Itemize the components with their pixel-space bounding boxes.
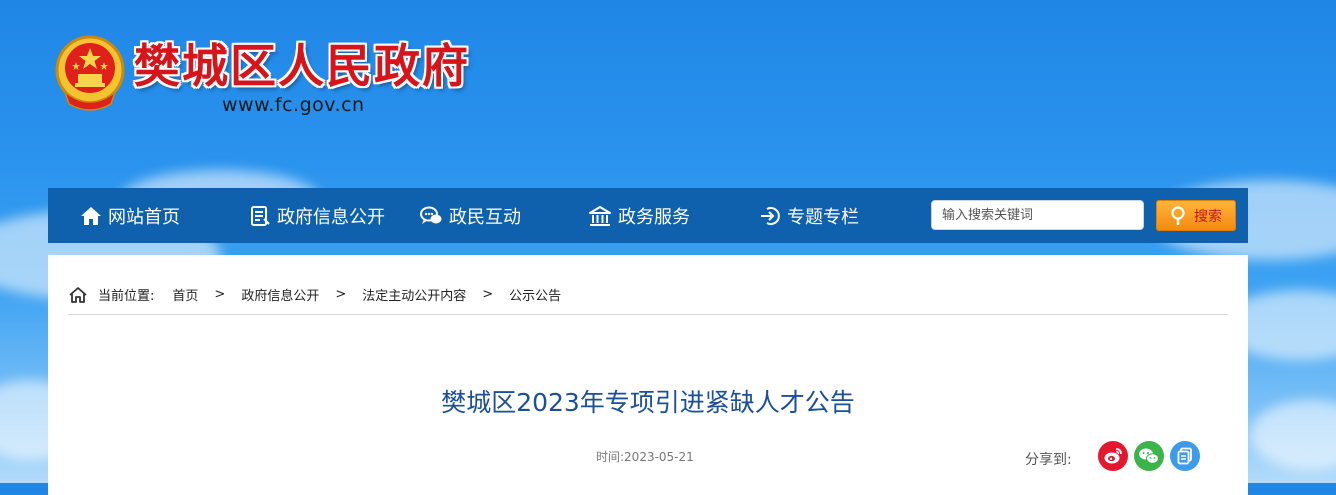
breadcrumb-item-gov-info[interactable]: 政府信息公开 [241, 285, 319, 304]
search-button-label: 搜索 [1194, 208, 1222, 225]
chat-icon [420, 206, 442, 224]
wechat-icon [1139, 448, 1159, 464]
weibo-icon [1104, 448, 1122, 464]
home-icon [81, 206, 101, 225]
breadcrumb-separator: > [335, 287, 347, 302]
nav-item-label: 政民互动 [449, 206, 521, 228]
home-outline-icon [69, 286, 87, 303]
nav-item-home[interactable]: 网站首页 [80, 188, 180, 243]
building-icon [589, 205, 611, 226]
share-label: 分享到: [1025, 452, 1072, 468]
breadcrumb-prefix: 当前位置: [98, 289, 155, 304]
breadcrumb-separator: > [482, 287, 494, 302]
breadcrumb-item-home[interactable]: 首页 [172, 285, 198, 304]
nav-item-topics[interactable]: 专题专栏 [759, 188, 859, 243]
nav-item-label: 政务服务 [618, 206, 690, 228]
copy-icon [1177, 447, 1192, 465]
share-wechat-button[interactable] [1134, 441, 1164, 471]
breadcrumb-divider [68, 314, 1228, 315]
content-panel: 当前位置: 首页 > 政府信息公开 > 法定主动公开内容 > 公示公告 樊城区2… [48, 255, 1248, 495]
nav-item-gov-info[interactable]: 政府信息公开 [249, 188, 385, 243]
search-button[interactable]: 搜索 [1156, 200, 1236, 231]
site-title: 樊城区人民政府 [134, 39, 470, 93]
share-copy-button[interactable] [1170, 441, 1200, 471]
breadcrumb: 当前位置: 首页 > 政府信息公开 > 法定主动公开内容 > 公示公告 [68, 285, 561, 304]
nav-item-interaction[interactable]: 政民互动 [419, 188, 521, 243]
nav-item-label: 网站首页 [108, 206, 180, 228]
nav-item-label: 专题专栏 [787, 206, 859, 228]
nav-item-services[interactable]: 政务服务 [588, 188, 690, 243]
search-icon [1171, 205, 1185, 225]
share-weibo-button[interactable] [1098, 441, 1128, 471]
breadcrumb-item-notices[interactable]: 公示公告 [509, 285, 561, 304]
document-icon [251, 205, 270, 226]
breadcrumb-item-legal-disclosure[interactable]: 法定主动公开内容 [362, 285, 466, 304]
nav-item-label: 政府信息公开 [277, 206, 385, 228]
publish-time: 时间:2023-05-21 [596, 450, 694, 464]
site-url: www.fc.gov.cn [222, 94, 365, 116]
article-title: 樊城区2023年专项引进紧缺人才公告 [441, 388, 855, 417]
breadcrumb-separator: > [214, 287, 226, 302]
login-arrow-icon [761, 206, 780, 225]
main-navigation: 网站首页 政府信息公开 政民互动 政务服务 专题专栏 输入搜索关键词 搜索 [48, 188, 1248, 243]
search-input[interactable] [931, 200, 1144, 230]
national-emblem-icon [53, 34, 127, 112]
